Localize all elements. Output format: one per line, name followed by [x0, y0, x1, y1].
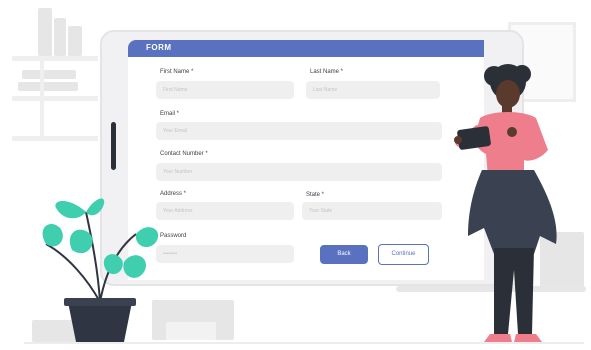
email-field[interactable]: Your Email: [156, 122, 442, 140]
first-name-field[interactable]: First Name: [156, 81, 294, 99]
floor-line: [24, 342, 584, 344]
face: [496, 80, 520, 108]
last-name-field[interactable]: Last Name: [306, 81, 440, 99]
plant-leaf: [86, 198, 105, 216]
last-name-label: Last Name *: [310, 69, 344, 75]
bg-book: [22, 70, 76, 79]
potted-plant: [42, 198, 159, 342]
jacket: [468, 170, 557, 254]
hand: [507, 127, 517, 137]
plant-leaf: [69, 229, 93, 254]
plant-pot: [68, 302, 132, 342]
email-label: Email *: [160, 111, 180, 117]
bg-book: [68, 26, 82, 56]
state-field[interactable]: Your State: [302, 202, 442, 220]
plant-stem: [45, 243, 101, 303]
monitor-side-button: [111, 122, 116, 170]
plant-pot-rim: [64, 298, 136, 306]
shoe: [514, 334, 542, 342]
password-field[interactable]: ••••••••: [156, 245, 294, 263]
illustration-scene: FORM First Name * First Name Last Name *…: [0, 0, 591, 348]
plant-leaf: [123, 255, 146, 278]
form-title: FORM: [146, 43, 172, 52]
plant-leaf: [42, 223, 63, 247]
bg-shelf-side: [40, 56, 44, 140]
plant-leaf: [55, 201, 86, 219]
person-illustration: [454, 64, 557, 342]
bg-shelf: [12, 96, 98, 101]
hand: [454, 136, 462, 144]
form-screen: FORM First Name * First Name Last Name *…: [128, 40, 484, 280]
form-header: FORM: [128, 40, 484, 57]
bg-book: [54, 18, 66, 56]
shoe: [484, 334, 512, 342]
hair: [513, 65, 531, 83]
bg-book: [38, 8, 52, 56]
contact-number-label: Contact Number *: [160, 151, 208, 157]
contact-number-field[interactable]: Your Number: [156, 163, 442, 181]
bg-shelf: [12, 56, 98, 61]
bg-box: [166, 322, 216, 340]
back-button[interactable]: Back: [320, 245, 368, 264]
plant-leaf: [135, 227, 159, 248]
bg-shelf: [12, 136, 98, 141]
bg-book: [18, 82, 78, 91]
plant-leaf: [103, 254, 123, 275]
continue-button[interactable]: Continue: [378, 244, 429, 265]
state-label: State *: [306, 192, 325, 198]
address-field[interactable]: Your Address: [156, 202, 294, 220]
first-name-label: First Name *: [160, 69, 194, 75]
pants: [494, 248, 534, 334]
